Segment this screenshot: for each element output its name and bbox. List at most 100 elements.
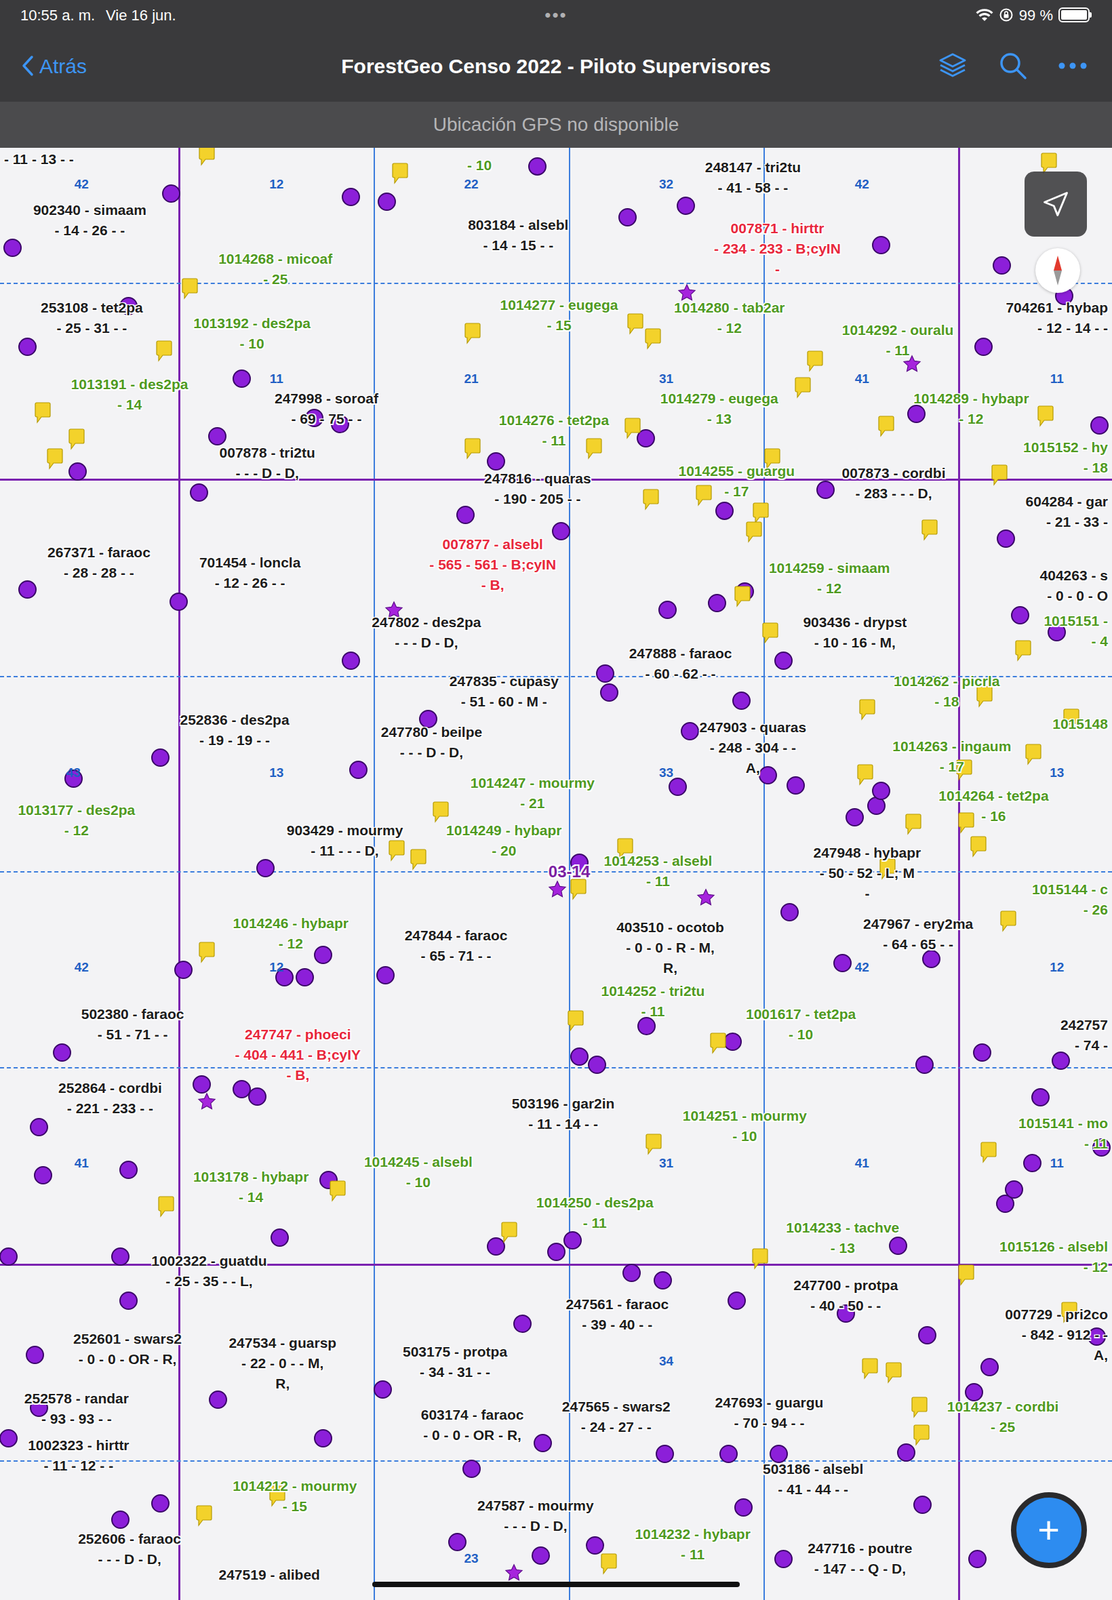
tree-marker[interactable]	[3, 238, 22, 257]
tree-label[interactable]: 1014245 - alsebl- 10	[364, 1152, 473, 1193]
tree-label[interactable]: 248147 - tri2tu- 41 - 58 - -	[705, 157, 801, 198]
tree-label[interactable]: 1015151 -- 4	[1043, 610, 1108, 652]
tree-label[interactable]: 701454 - loncla- 12 - 26 - -	[199, 552, 301, 594]
tree-marker[interactable]	[871, 781, 891, 801]
tree-marker[interactable]	[758, 766, 778, 785]
tree-marker[interactable]	[111, 1247, 130, 1266]
note-pin-icon[interactable]	[859, 699, 876, 721]
note-pin-icon[interactable]	[958, 812, 975, 834]
note-pin-icon[interactable]	[585, 438, 603, 460]
tree-label[interactable]: 704261 - hybap- 12 - 14 - -	[1005, 297, 1108, 339]
tree-label[interactable]: 503175 - protpa- 34 - 31 - -	[402, 1341, 508, 1383]
tree-label[interactable]: 1014289 - hybapr- 12	[913, 388, 1029, 430]
tree-marker[interactable]	[486, 1237, 506, 1256]
tree-label[interactable]: 503196 - gar2in- 11 - 14 - -	[511, 1093, 615, 1135]
tree-label[interactable]: 1015144 - c- 26	[1031, 879, 1108, 921]
tree-marker[interactable]	[119, 1160, 138, 1180]
tree-label[interactable]: 1002322 - guatdu- 25 - 35 - - L,	[151, 1251, 267, 1292]
tree-marker[interactable]	[377, 192, 396, 211]
note-pin-icon[interactable]	[68, 428, 85, 451]
tree-label[interactable]: 253108 - tet2pa- 25 - 31 - -	[40, 297, 144, 339]
tree-label[interactable]: 1014237 - cordbi- 25	[947, 1396, 1060, 1438]
tree-label[interactable]: 1014268 - micoaf- 25	[218, 248, 333, 290]
note-pin-icon[interactable]	[34, 402, 51, 424]
tree-marker[interactable]	[462, 1459, 481, 1479]
tree-marker[interactable]	[585, 1536, 605, 1555]
tree-label[interactable]: 247519 - alibed	[218, 1564, 320, 1586]
tree-label[interactable]: 1013191 - des2pa- 14	[71, 374, 189, 415]
tree-marker[interactable]	[913, 1495, 932, 1515]
note-pin-icon[interactable]	[627, 313, 644, 335]
note-pin-icon[interactable]	[970, 836, 987, 858]
tree-label[interactable]: 007871 - hirttr- 234 - 233 - B;cyIN-	[713, 218, 841, 280]
tree-marker[interactable]	[774, 1550, 793, 1569]
tree-marker[interactable]	[1031, 1088, 1050, 1107]
add-button[interactable]: +	[1010, 1492, 1087, 1569]
star-icon[interactable]	[504, 1563, 524, 1583]
tree-label[interactable]: 1014247 - mourmy- 21	[470, 772, 595, 814]
tree-marker[interactable]	[528, 157, 547, 176]
tree-marker[interactable]	[248, 1087, 267, 1106]
note-pin-icon[interactable]	[751, 1248, 769, 1270]
tree-label[interactable]: 902340 - simaam- 14 - 26 - -	[33, 200, 147, 241]
tree-label[interactable]: 803184 - alsebl- 14 - 15 - -	[467, 214, 569, 256]
tree-marker[interactable]	[723, 1032, 742, 1051]
note-pin-icon[interactable]	[905, 813, 922, 836]
tree-marker[interactable]	[341, 651, 361, 670]
tree-marker[interactable]	[189, 483, 209, 502]
tree-marker[interactable]	[968, 1550, 987, 1569]
note-pin-icon[interactable]	[857, 764, 874, 786]
note-pin-icon[interactable]	[198, 147, 215, 167]
note-pin-icon[interactable]	[198, 941, 215, 964]
tree-label[interactable]: 603174 - faraoc- 0 - 0 - OR - R,	[421, 1404, 525, 1446]
tree-marker[interactable]	[915, 1055, 934, 1075]
tree-label[interactable]: 1001617 - tet2pa- 10	[745, 1004, 856, 1045]
tree-marker[interactable]	[373, 1380, 392, 1399]
tree-marker[interactable]	[774, 651, 793, 670]
tree-label[interactable]: 403510 - ocotob- 0 - 0 - R - M,R,	[616, 917, 725, 979]
tree-marker[interactable]	[486, 452, 506, 471]
tree-marker[interactable]	[973, 1043, 992, 1062]
tree-label[interactable]: 247802 - des2pa- - - D - D,	[371, 612, 481, 653]
tree-label[interactable]: 247587 - mourmy- - - D - D,	[477, 1495, 594, 1537]
tree-marker[interactable]	[533, 1434, 552, 1453]
tree-marker[interactable]	[1090, 416, 1109, 435]
tree-label[interactable]: 247747 - phoeci- 404 - 441 - B;cyIY- B,	[235, 1024, 362, 1086]
tree-marker[interactable]	[531, 1546, 550, 1565]
note-pin-icon[interactable]	[911, 1396, 928, 1419]
search-button[interactable]	[991, 48, 1035, 84]
tree-label[interactable]: 247780 - beilpe- - - D - D,	[381, 722, 483, 763]
tree-label[interactable]: 007877 - alsebl- 565 - 561 - B;cyIN- B,	[429, 534, 556, 596]
tree-label[interactable]: 247888 - faraoc- 60 - 62 - -	[629, 643, 733, 685]
tree-label[interactable]: 1014252 - tri2tu- 11	[600, 981, 705, 1022]
tree-marker[interactable]	[676, 196, 695, 215]
tree-marker[interactable]	[174, 960, 193, 980]
tree-label[interactable]: 1014264 - tet2pa- 16	[938, 785, 1049, 827]
tree-marker[interactable]	[974, 337, 993, 356]
tree-marker[interactable]	[270, 1228, 289, 1247]
multitask-dots[interactable]: •••	[544, 2, 567, 29]
tree-marker[interactable]	[25, 1345, 45, 1365]
tree-marker[interactable]	[68, 462, 87, 481]
star-icon[interactable]	[547, 880, 567, 900]
tree-marker[interactable]	[1023, 1154, 1042, 1173]
tree-label[interactable]: 247700 - protpa- 40 - 50 - -	[793, 1275, 898, 1317]
tree-marker[interactable]	[232, 369, 251, 388]
note-pin-icon[interactable]	[195, 1505, 213, 1527]
note-pin-icon[interactable]	[570, 878, 587, 901]
tree-marker[interactable]	[570, 1047, 589, 1066]
tree-marker[interactable]	[786, 776, 805, 795]
tree-marker[interactable]	[551, 522, 571, 541]
tree-label[interactable]: 247948 - hybapr- 50 - 52 - L; M-	[813, 842, 922, 904]
tree-marker[interactable]	[208, 1390, 228, 1409]
tree-label[interactable]: 1014253 - alsebl- 11	[603, 850, 712, 892]
note-pin-icon[interactable]	[1025, 743, 1042, 766]
tree-label[interactable]: 1014279 - eugega- 13	[660, 388, 779, 430]
note-pin-icon[interactable]	[642, 488, 660, 511]
note-pin-icon[interactable]	[624, 417, 641, 440]
note-pin-icon[interactable]	[752, 502, 769, 525]
tree-label[interactable]: 247561 - faraoc- 39 - 40 - -	[565, 1294, 669, 1336]
note-pin-icon[interactable]	[762, 622, 779, 645]
note-pin-icon[interactable]	[980, 1141, 997, 1164]
tree-marker[interactable]	[637, 1017, 656, 1036]
